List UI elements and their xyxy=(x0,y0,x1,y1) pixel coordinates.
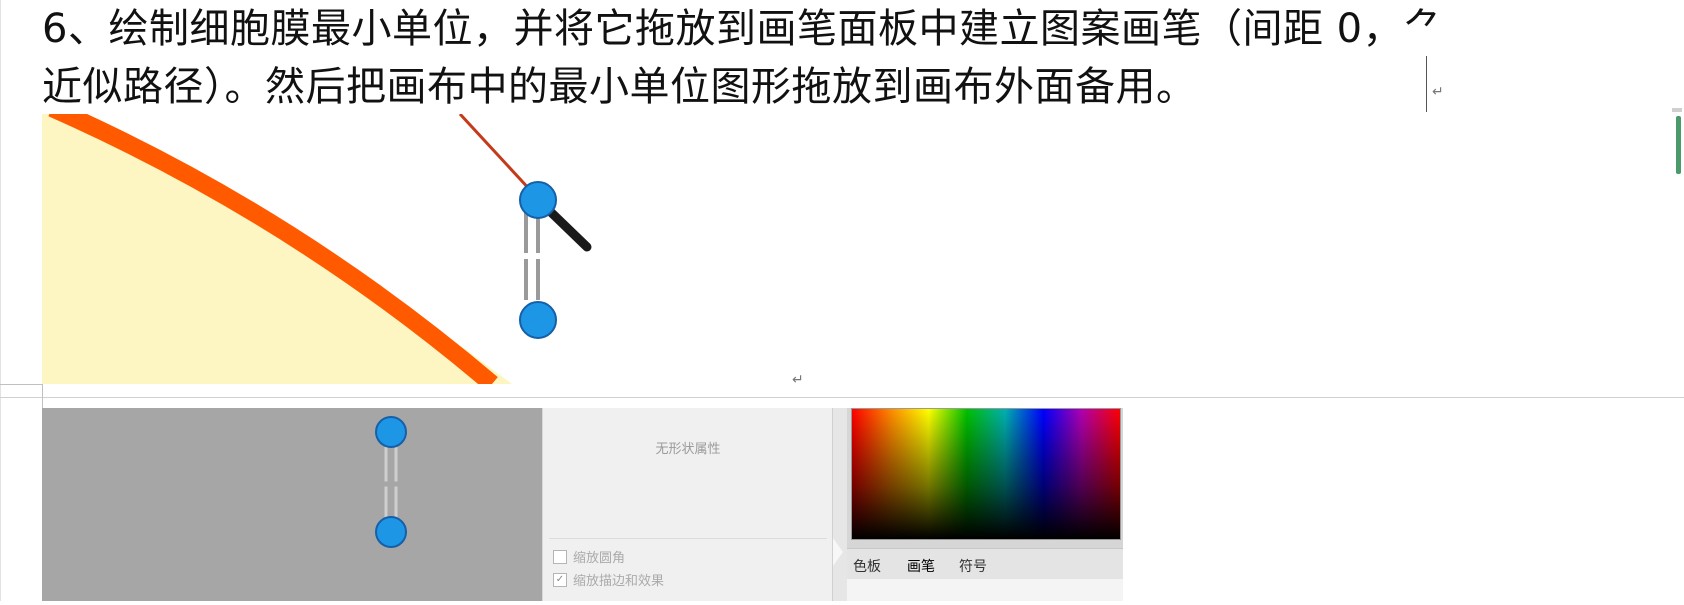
pen-tip xyxy=(458,114,534,194)
membrane-illustration xyxy=(42,114,592,384)
artboard-canvas[interactable] xyxy=(42,408,542,601)
scale-corners-label: 缩放圆角 xyxy=(573,551,626,566)
scale-corners-checkbox[interactable] xyxy=(553,549,567,564)
instruction-line-2: 近似路径）。然后把画布中的最小单位图形拖放到画布外面备用。 xyxy=(42,64,1197,110)
tab-swatches[interactable]: 色板 xyxy=(853,556,881,576)
unit-head-top xyxy=(519,181,557,219)
panel-tab-bar: 色板 画笔 符号 xyxy=(847,548,1123,581)
left-page-border xyxy=(0,0,1,601)
page-corner-h xyxy=(0,384,42,385)
scrollbar-track[interactable] xyxy=(1672,108,1682,112)
unit-head-bottom xyxy=(519,301,557,339)
scale-strokes-label: 缩放描边和效果 xyxy=(573,574,665,589)
paragraph-mark-2: ↵ xyxy=(792,372,804,388)
scale-strokes-option[interactable]: ✓ 缩放描边和效果 xyxy=(553,570,664,589)
scale-corners-option[interactable]: 缩放圆角 xyxy=(553,547,625,566)
unit-on-canvas[interactable] xyxy=(42,408,542,601)
no-shape-properties-label: 无形状属性 xyxy=(655,442,721,457)
page-break-line xyxy=(0,397,1684,398)
tab-symbols[interactable]: 符号 xyxy=(959,556,987,576)
page-corner-v xyxy=(42,384,43,408)
tab-brushes[interactable]: 画笔 xyxy=(907,556,935,581)
instruction-line-1: 6、绘制细胞膜最小单位，并将它拖放到画笔面板中建立图案画笔（间距 0，⺈ xyxy=(42,6,1444,52)
panel-separator xyxy=(549,538,827,539)
text-cursor xyxy=(1426,56,1427,112)
brush-panel-body xyxy=(847,579,1123,601)
panel-collapse-strip[interactable] xyxy=(832,408,848,601)
color-panel: 色板 画笔 符号 xyxy=(847,408,1123,601)
transform-panel: 无形状属性 缩放圆角 ✓ 缩放描边和效果 xyxy=(542,408,833,601)
paragraph-mark: ↵ xyxy=(1432,84,1444,100)
collapse-arrow-icon[interactable] xyxy=(833,538,843,566)
color-spectrum-picker[interactable] xyxy=(851,408,1121,540)
scale-strokes-checkbox[interactable]: ✓ xyxy=(553,572,567,587)
scrollbar-thumb[interactable] xyxy=(1676,116,1681,174)
